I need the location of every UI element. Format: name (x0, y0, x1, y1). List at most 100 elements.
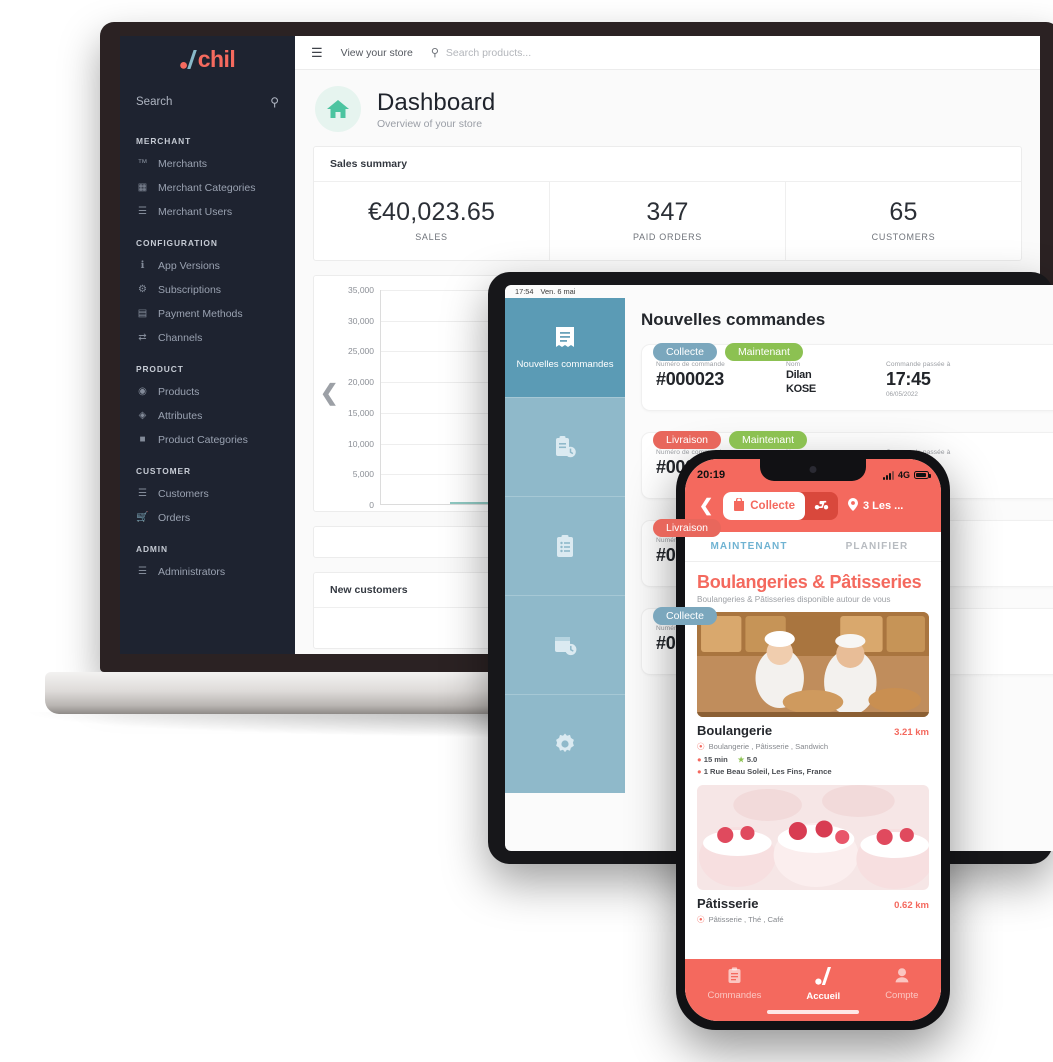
order-card[interactable]: Collecte Maintenant Numéro de commande #… (641, 343, 1053, 411)
folder-icon: ■ (139, 434, 146, 445)
search-icon[interactable]: ⚲ (431, 46, 439, 59)
search-icon[interactable]: ⚲ (270, 95, 279, 109)
tablet-date: Ven. 6 mai (540, 287, 576, 296)
tablet-nav-planifiees[interactable] (505, 595, 625, 694)
sidebar-item-orders[interactable]: 🛒 Orders (120, 506, 295, 530)
clipboard-clock-icon (553, 435, 577, 459)
sidebar-item-merchants[interactable]: ™ Merchants (120, 152, 295, 176)
card-icon: ▤ (137, 308, 148, 319)
bottom-nav-compte[interactable]: Compte (885, 967, 918, 1001)
users-icon: ☰ (138, 566, 147, 577)
order-badges: Collecte (653, 607, 717, 625)
sidebar-item-merchant-users[interactable]: ☰ Merchant Users (120, 200, 295, 224)
shop-tags-label: Boulangerie , Pâtisserie , Sandwich (708, 742, 829, 751)
tablet-nav-liste[interactable] (505, 496, 625, 595)
tablet-statusbar: 17:54 Ven. 6 mai (505, 285, 1053, 298)
sidebar-item-attributes[interactable]: ◈ Attributes (120, 404, 295, 428)
shop-name: Boulangerie (697, 723, 773, 738)
shop-rating: 5.0 (746, 755, 758, 764)
sidebar-item-product-categories[interactable]: ■ Product Categories (120, 428, 295, 452)
stat-value: 65 (889, 198, 918, 226)
info-icon: ℹ (140, 260, 145, 271)
sidebar-item-label: Orders (158, 512, 191, 524)
shop-time-rating: ● 15 min ★ 5.0 (697, 755, 929, 764)
mode-switch[interactable]: Collecte (723, 492, 838, 520)
sidebar-item-label: Customers (158, 488, 209, 500)
tablet-sidebar: Nouvelles commandes (505, 298, 625, 851)
sidebar-item-channels[interactable]: ⇄ Channels (120, 326, 295, 350)
chart-y-tick: 5,000 (352, 469, 374, 480)
sidebar-item-label: Attributes (158, 410, 203, 422)
stat-value: €40,023.65 (367, 198, 496, 226)
order-placed-date: 06/05/2022 (886, 391, 918, 398)
sales-summary-heading: Sales summary (314, 147, 1021, 182)
chart-y-tick: 25,000 (348, 346, 374, 357)
sidebar-item-app-versions[interactable]: ℹ App Versions (120, 254, 295, 278)
brand-logo[interactable]: chil (120, 36, 295, 82)
sidebar-group-title: ADMIN (136, 544, 168, 554)
person-icon (894, 967, 910, 987)
order-name-label: Nom (786, 361, 801, 368)
calendar-clock-icon (553, 634, 577, 657)
bottom-nav-label: Accueil (806, 991, 841, 1002)
category-title: Boulangeries & Pâtisseries (697, 572, 922, 592)
sidebar-item-products[interactable]: ◉ Products (120, 380, 295, 404)
stat-label: PAID ORDERS (632, 232, 703, 242)
status-badge-type: Livraison (653, 519, 722, 537)
mode-collecte-button[interactable]: Collecte (723, 492, 805, 520)
brand-name: chil (197, 45, 236, 72)
sidebar-item-label: Merchant Users (158, 206, 233, 218)
tablet-nav-en-cours[interactable] (505, 397, 625, 496)
achil-logo-icon (179, 49, 197, 69)
order-name-cell: Nom Dilan KOSE (786, 361, 886, 398)
chevron-left-icon[interactable]: ❮ (699, 496, 713, 516)
scooter-icon (814, 497, 829, 515)
category-subtitle: Boulangeries & Pâtisseries disponible au… (697, 595, 891, 604)
tab-planifier[interactable]: PLANIFIER (813, 532, 941, 561)
topbar: ☰ View your store ⚲ Search products... (295, 36, 1040, 70)
order-badges: Collecte Maintenant (653, 343, 803, 361)
order-number-cell: Numéro de commande #000023 (656, 361, 786, 398)
view-store-link[interactable]: View your store (341, 47, 413, 59)
status-badge-type: Livraison (653, 431, 722, 449)
page-header: Dashboard Overview of your store (295, 70, 1040, 146)
shop-image-patisserie[interactable] (697, 785, 929, 890)
home-indicator (767, 1010, 859, 1014)
shop-time: 15 min (703, 755, 728, 764)
sidebar-group-customer: CUSTOMER ☰ Customers 🛒 Orders (120, 466, 295, 530)
mode-livraison-button[interactable] (805, 492, 838, 520)
stat-label: CUSTOMERS (871, 232, 936, 242)
stat-sales: €40,023.65 SALES (314, 182, 550, 260)
atoms-icon: ◈ (138, 410, 147, 421)
grid-icon: ▦ (137, 182, 148, 193)
sidebar-item-merchant-categories[interactable]: ▦ Merchant Categories (120, 176, 295, 200)
bottom-nav-commandes[interactable]: Commandes (708, 967, 761, 1001)
stat-customers: 65 CUSTOMERS (786, 182, 1021, 260)
chart-y-tick: 0 (369, 500, 374, 510)
shuffle-icon: ⇄ (138, 332, 147, 343)
sidebar-item-label: Subscriptions (158, 284, 222, 296)
shop-image-boulangerie[interactable] (697, 612, 929, 717)
sidebar-item-administrators[interactable]: ☰ Administrators (120, 560, 295, 584)
users-icon: ☰ (138, 206, 147, 217)
sidebar-item-subscriptions[interactable]: ⚙ Subscriptions (120, 278, 295, 302)
tablet-nav-parametres[interactable] (505, 694, 625, 793)
hamburger-icon[interactable]: ☰ (311, 45, 323, 61)
sidebar-search-label: Search (136, 96, 173, 108)
sidebar-search[interactable]: Search ⚲ (120, 82, 295, 122)
product-search[interactable]: ⚲ Search products... (431, 46, 531, 60)
tablet-nav-nouvelles-commandes[interactable]: Nouvelles commandes (505, 298, 625, 397)
admin-sidebar: chil Search ⚲ MERCHANT ™ Merchants ▦ Mer… (120, 36, 295, 654)
receipt-icon (554, 326, 576, 350)
bottom-nav-accueil[interactable]: Accueil (806, 967, 840, 1002)
status-badge-when: Maintenant (729, 431, 807, 449)
chart-y-tick: 30,000 (348, 315, 374, 326)
sidebar-group-title: CUSTOMER (136, 466, 191, 476)
phone-content: Boulangeries & Pâtisseries Boulangeries … (685, 562, 941, 992)
sidebar-item-payment-methods[interactable]: ▤ Payment Methods (120, 302, 295, 326)
order-name-first: Dilan (786, 369, 812, 381)
shop-tags: ⦿ Boulangerie , Pâtisserie , Sandwich (697, 741, 929, 752)
sidebar-item-customers[interactable]: ☰ Customers (120, 482, 295, 506)
location-selector[interactable]: 3 Les ... (848, 498, 903, 514)
order-badges: Livraison (653, 519, 722, 537)
